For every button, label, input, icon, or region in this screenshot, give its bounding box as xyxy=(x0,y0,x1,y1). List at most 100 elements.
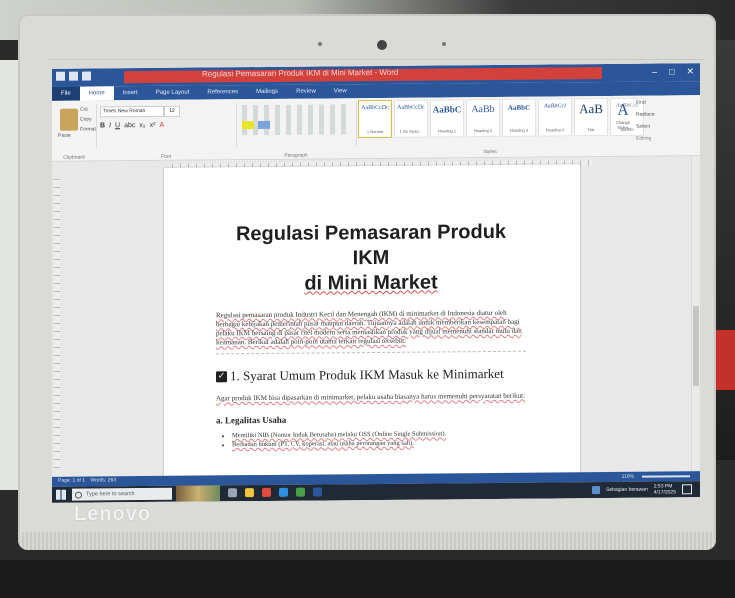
search-icon xyxy=(75,491,82,499)
system-tray: Sebagian berawan 2:53 PM 4/17/2025 xyxy=(592,483,692,496)
undo-icon[interactable] xyxy=(69,71,78,81)
maximize-button[interactable]: □ xyxy=(669,66,674,77)
weather-text[interactable]: Sebagian berawan xyxy=(606,487,648,493)
redo-icon[interactable] xyxy=(82,71,91,81)
requirements-list: Memiliki NIB (Nomor Induk Berusaha) mela… xyxy=(216,429,526,450)
zoom-slider[interactable] xyxy=(642,475,690,478)
find-button[interactable]: Find xyxy=(636,99,696,106)
screen: Regulasi Pemasaran Produk IKM di Mini Ma… xyxy=(52,63,700,503)
speaker-grille xyxy=(18,532,716,550)
format-buttons: B I U abc x₂ x² A xyxy=(100,122,164,130)
title-line-1: Regulasi Pemasaran Produk IKM xyxy=(235,220,507,270)
style-heading-2[interactable]: AaBb Heading 2 xyxy=(466,98,500,138)
tab-review[interactable]: Review xyxy=(287,84,325,98)
status-left: Page: 1 of 1 Words: 263 xyxy=(58,477,116,484)
tab-file[interactable]: File xyxy=(52,86,80,101)
monitor-brand-logo: Lenovo xyxy=(74,503,152,525)
replace-button[interactable]: Replace xyxy=(636,111,696,118)
subscript-button[interactable]: x₂ xyxy=(139,122,145,129)
close-button[interactable]: ✕ xyxy=(686,66,694,77)
strikethrough-button[interactable]: abc xyxy=(124,122,135,129)
weather-icon[interactable] xyxy=(592,486,601,495)
bold-button[interactable]: B xyxy=(100,122,105,129)
subsection-a-heading: a. Legalitas Usaha xyxy=(216,414,287,426)
superscript-button[interactable]: x² xyxy=(150,122,156,129)
font-color-button[interactable]: A xyxy=(159,122,164,129)
change-styles-button[interactable]: A Change Styles xyxy=(612,102,634,130)
intro-paragraph: Regulasi pemasaran produk Industri Kecil… xyxy=(216,308,522,347)
style-normal[interactable]: AaBbCcDc 1 Normal xyxy=(358,99,392,139)
page-count[interactable]: Page: 1 of 1 xyxy=(58,478,85,484)
task-view-icon[interactable] xyxy=(228,488,237,498)
editing-group-label: Editing xyxy=(636,135,652,142)
store-icon[interactable] xyxy=(262,487,271,497)
zoom-controls: 110% xyxy=(622,473,690,480)
notification-icon[interactable] xyxy=(682,484,692,495)
document-content: Regulasi Pemasaran Produk IKM di Mini Ma… xyxy=(216,220,526,450)
clock[interactable]: 2:53 PM 4/17/2025 xyxy=(654,483,676,495)
editing-group: Find Replace Select Editing xyxy=(636,99,696,148)
paragraph-group-label: Paragraph xyxy=(284,152,308,159)
monitor: Regulasi Pemasaran Produk IKM di Mini Ma… xyxy=(18,14,716,550)
scrollbar-thumb[interactable] xyxy=(693,306,699,387)
font-name-select[interactable]: Times New Roman xyxy=(100,105,164,118)
chrome-icon[interactable] xyxy=(296,487,305,497)
webcam xyxy=(377,40,387,50)
font-size-select[interactable]: 12 xyxy=(164,105,180,117)
style-heading-3[interactable]: AaBbC Heading 3 xyxy=(502,98,536,137)
paragraph-buttons[interactable] xyxy=(242,104,352,136)
vertical-ruler xyxy=(54,178,60,469)
format-painter-button[interactable]: Format Painter xyxy=(80,126,96,132)
tab-references[interactable]: References xyxy=(198,85,247,99)
windows-start-icon[interactable] xyxy=(56,489,66,500)
styles-group-label: Styles xyxy=(483,148,497,156)
file-explorer-icon[interactable] xyxy=(245,488,254,498)
select-button[interactable]: Select xyxy=(636,123,696,130)
document-title: Regulasi Pemasaran Produk IKM di Mini Ma… xyxy=(216,220,526,298)
paste-icon[interactable] xyxy=(60,108,78,131)
minimize-button[interactable]: – xyxy=(652,67,657,78)
change-styles-icon: A xyxy=(617,101,629,119)
style-title[interactable]: AaB Title xyxy=(574,97,608,137)
section-1-heading: ✓ 1. Syarat Umum Produk IKM Masuk ke Min… xyxy=(216,366,526,385)
tab-home[interactable]: Home xyxy=(79,86,114,101)
shading-icon[interactable] xyxy=(258,120,270,130)
vertical-scrollbar[interactable] xyxy=(691,156,700,472)
section-divider xyxy=(216,350,526,355)
save-icon[interactable] xyxy=(56,71,65,81)
window-title: Regulasi Pemasaran Produk IKM di Mini Ma… xyxy=(202,67,399,79)
paragraph-row xyxy=(242,120,270,130)
section-1-title: 1. Syarat Umum Produk IKM Masuk ke Minim… xyxy=(230,365,504,384)
zoom-level[interactable]: 110% xyxy=(622,474,634,480)
cut-button[interactable]: Cut xyxy=(80,107,88,113)
window-controls: – □ ✕ xyxy=(652,66,694,77)
desk-surface xyxy=(0,560,735,598)
highlight-color-icon[interactable] xyxy=(242,121,254,130)
tab-insert[interactable]: Insert xyxy=(114,86,147,100)
bezel-line xyxy=(48,59,704,60)
mic-dot xyxy=(442,42,446,46)
document-page[interactable]: Regulasi Pemasaran Produk IKM di Mini Ma… xyxy=(164,164,580,488)
tab-page-layout[interactable]: Page Layout xyxy=(147,86,199,100)
word-icon[interactable] xyxy=(313,487,322,497)
style-heading-1[interactable]: AaBbC Heading 1 xyxy=(430,99,464,138)
underline-button[interactable]: U xyxy=(115,122,120,129)
tab-view[interactable]: View xyxy=(325,84,356,98)
quick-access-toolbar xyxy=(56,71,91,81)
italic-button[interactable]: I xyxy=(109,122,111,129)
mic-dot xyxy=(318,42,322,46)
pinned-apps xyxy=(228,487,322,498)
tab-mailings[interactable]: Mailings xyxy=(247,85,287,99)
list-item: Berbadan hukum (PT, CV, koperasi, atau u… xyxy=(232,438,526,450)
copy-button[interactable]: Copy xyxy=(80,116,92,122)
word-count[interactable]: Words: 263 xyxy=(91,477,116,483)
taskbar-search-input[interactable]: Type here to search xyxy=(72,487,172,501)
style-heading-4[interactable]: AaBbCcI Heading 4 xyxy=(538,98,572,137)
section-1-intro: Agar produk IKM bisa dipasarkan di minim… xyxy=(216,391,526,403)
edge-icon[interactable] xyxy=(279,487,288,497)
search-highlight-image[interactable] xyxy=(176,485,220,502)
font-group-label: Font xyxy=(160,153,171,160)
style-no-spacing[interactable]: AaBbCcDc 1 No Spaci... xyxy=(394,99,428,138)
ribbon: Paste Clipboard Cut Copy Format Painter … xyxy=(52,95,700,162)
title-line-2: di Mini Market xyxy=(304,271,438,295)
